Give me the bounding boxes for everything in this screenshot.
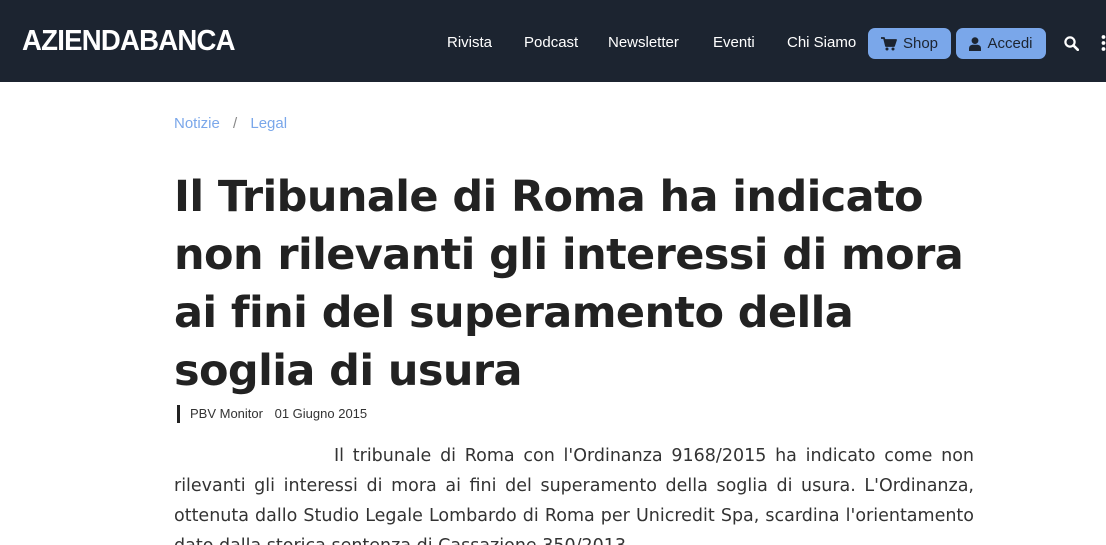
article-title: Il Tribunale di Roma ha indicato non ril… [174,172,964,396]
nav-item-chi-siamo[interactable]: Chi Siamo [787,33,856,53]
article-author[interactable]: PBV Monitor [190,406,263,421]
article-meta: PBV Monitor 01 Giugno 2015 [177,405,367,423]
breadcrumb: Notizie / Legal [174,114,287,134]
breadcrumb-item-legal[interactable]: Legal [250,115,287,132]
article-body: Il tribunale di Roma con l'Ordinanza 916… [174,446,974,545]
cart-icon [880,36,897,51]
more-menu-icon[interactable] [1101,34,1106,52]
nav-item-eventi[interactable]: Eventi [713,33,755,53]
login-button[interactable]: Accedi [956,28,1046,59]
breadcrumb-separator: / [233,115,238,132]
shop-button[interactable]: Shop [868,28,951,59]
search-icon[interactable] [1064,36,1080,52]
nav-item-newsletter[interactable]: Newsletter [608,33,679,53]
login-button-label: Accedi [987,35,1033,52]
shop-button-label: Shop [902,35,939,52]
user-icon [969,36,982,51]
breadcrumb-item-notizie[interactable]: Notizie [174,115,220,132]
nav-item-rivista[interactable]: Rivista [447,33,492,53]
site-logo[interactable]: AZIENDABANCA [22,24,236,58]
article-date: 01 Giugno 2015 [274,406,368,421]
nav-item-podcast[interactable]: Podcast [524,33,578,53]
top-navbar: AZIENDABANCA Rivista Podcast Newsletter … [0,0,1106,82]
